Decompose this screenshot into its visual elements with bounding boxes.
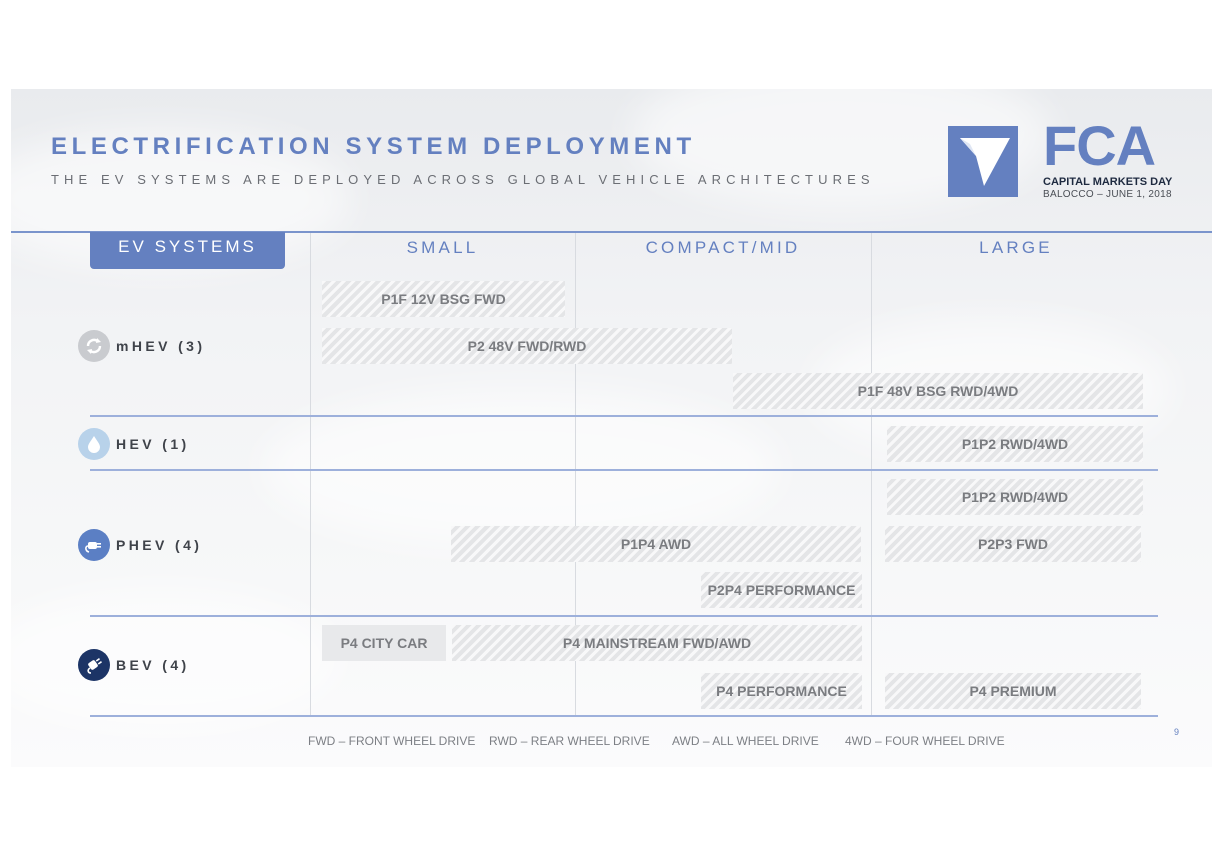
drive-type-legend: FWD – FRONT WHEEL DRIVE RWD – REAR WHEEL…	[0, 734, 1217, 750]
column-divider	[871, 233, 872, 716]
system-bar-p1f-48v-bsg-rwd-4wd: P1F 48V BSG RWD/4WD	[733, 373, 1143, 409]
system-bar-hev-p1p2-rwd-4wd: P1P2 RWD/4WD	[887, 426, 1143, 462]
row-divider	[90, 469, 1158, 471]
row-divider	[90, 715, 1158, 717]
system-bar-p2p4-performance: P2P4 PERFORMANCE	[701, 572, 862, 608]
row-label-phev: PHEV (4)	[78, 529, 202, 561]
row-label-hev: HEV (1)	[78, 428, 190, 460]
event-location-date: BALOCCO – JUNE 1, 2018	[1043, 189, 1172, 200]
fca-logo-mark-icon	[948, 126, 1018, 197]
page-title: ELECTRIFICATION SYSTEM DEPLOYMENT	[51, 133, 696, 160]
recycle-arrows-icon	[78, 330, 110, 362]
system-bar-p2-48v-fwd-rwd: P2 48V FWD/RWD	[322, 328, 732, 364]
row-label-mhev: mHEV (3)	[78, 330, 205, 362]
system-bar-phev-p1p2-rwd-4wd: P1P2 RWD/4WD	[887, 479, 1143, 515]
page-subtitle: THE EV SYSTEMS ARE DEPLOYED ACROSS GLOBA…	[51, 172, 875, 187]
ev-systems-header: EV SYSTEMS	[90, 232, 285, 269]
system-bar-p1p4-awd: P1P4 AWD	[451, 526, 861, 562]
legend-fwd: FWD – FRONT WHEEL DRIVE	[308, 734, 476, 748]
row-label-text: mHEV (3)	[116, 338, 206, 354]
system-bar-p4-performance: P4 PERFORMANCE	[701, 673, 862, 709]
system-bar-p4-premium: P4 PREMIUM	[885, 673, 1141, 709]
row-label-text: BEV (4)	[116, 657, 190, 673]
row-label-text: PHEV (4)	[116, 537, 203, 553]
system-bar-p4-city-car: P4 CITY CAR	[322, 625, 446, 661]
row-label-text: HEV (1)	[116, 436, 190, 452]
column-header-large: LARGE	[979, 238, 1053, 257]
water-drop-icon	[78, 428, 110, 460]
event-name: CAPITAL MARKETS DAY	[1043, 176, 1173, 188]
column-divider	[310, 233, 311, 716]
slide-background: ELECTRIFICATION SYSTEM DEPLOYMENT THE EV…	[11, 89, 1212, 767]
column-header-compact-mid: COMPACT/MID	[645, 238, 801, 257]
row-divider	[90, 415, 1158, 417]
page-number: 9	[1174, 727, 1180, 737]
system-bar-p2p3-fwd: P2P3 FWD	[885, 526, 1141, 562]
electric-plug-icon	[78, 649, 110, 681]
system-bar-p1f-12v-bsg-fwd: P1F 12V BSG FWD	[322, 281, 565, 317]
legend-4wd: 4WD – FOUR WHEEL DRIVE	[845, 734, 1005, 748]
legend-rwd: RWD – REAR WHEEL DRIVE	[489, 734, 650, 748]
legend-awd: AWD – ALL WHEEL DRIVE	[672, 734, 819, 748]
row-divider	[90, 615, 1158, 617]
system-bar-p4-mainstream-fwd-awd: P4 MAINSTREAM FWD/AWD	[452, 625, 862, 661]
row-label-bev: BEV (4)	[78, 649, 190, 681]
fca-logo: FCA CAPITAL MARKETS DAY BALOCCO – JUNE 1…	[948, 118, 1188, 200]
column-header-small: SMALL	[406, 238, 479, 257]
fca-wordmark: FCA	[1043, 114, 1156, 177]
plug-icon	[78, 529, 110, 561]
